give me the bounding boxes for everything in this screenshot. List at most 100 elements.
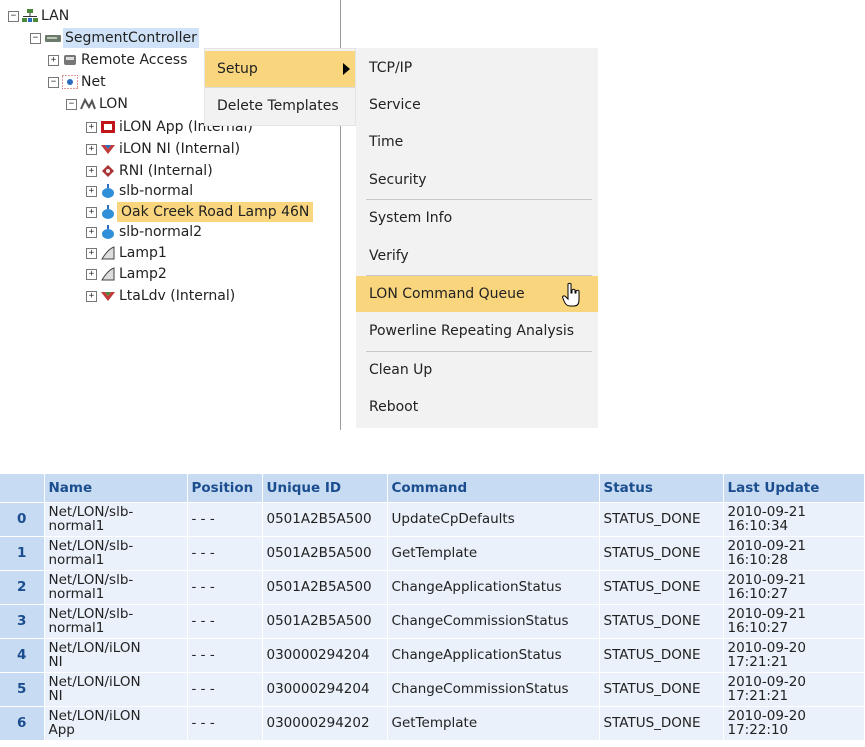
header-name[interactable]: Name: [44, 474, 188, 502]
menu-item-lon-command-queue[interactable]: LON Command Queue: [356, 276, 598, 312]
cell-name-text: App: [48, 722, 75, 739]
cell-position-text: - - -: [191, 681, 215, 697]
tree-node-slb-normal2[interactable]: + slb-normal2: [86, 222, 204, 242]
menu-item-tcpip[interactable]: TCP/IP: [356, 50, 598, 86]
menu-item-security[interactable]: Security: [356, 162, 598, 198]
expand-toggle[interactable]: +: [86, 143, 97, 155]
menu-item-system-info[interactable]: System Info: [356, 200, 598, 236]
cell-name: Net/LON/iLON App: [44, 705, 188, 740]
table-row[interactable]: 5 Net/LON/iLON NI - - - 030000294204 ChangeCo…: [0, 671, 865, 706]
expand-toggle[interactable]: +: [48, 54, 59, 66]
menu-item-service[interactable]: Service: [356, 87, 598, 123]
header-position[interactable]: Position: [187, 474, 263, 502]
header-status[interactable]: Status: [599, 474, 724, 502]
tree-node-net[interactable]: − Net: [48, 72, 108, 92]
tree-label: SegmentController: [63, 28, 199, 48]
cell-status-text: STATUS_DONE: [603, 647, 701, 663]
tree-node-rni[interactable]: + RNI (Internal): [86, 161, 215, 181]
cell-last-update-text: 16:10:27: [727, 620, 789, 636]
menu-item-setup[interactable]: Setup: [205, 51, 355, 87]
collapse-toggle[interactable]: −: [8, 10, 19, 22]
table-row[interactable]: 4 Net/LON/iLON NI - - - 030000294204 ChangeAp…: [0, 637, 865, 672]
expand-toggle[interactable]: +: [86, 290, 97, 302]
network-icon: [22, 9, 38, 23]
cell-position: - - -: [187, 569, 263, 604]
tree-label: Lamp2: [119, 266, 167, 282]
menu-item-delete-templates[interactable]: Delete Templates: [205, 88, 355, 124]
cell-last-update: 2010-09-21 16:10:28: [723, 535, 865, 570]
tree-node-ilon-ni[interactable]: + iLON NI (Internal): [86, 139, 242, 159]
collapse-toggle[interactable]: −: [66, 98, 77, 110]
cell-command-text: UpdateCpDefaults: [391, 511, 515, 527]
cell-index: 1: [0, 535, 45, 570]
tree-node-lan[interactable]: − LAN: [8, 6, 71, 26]
cell-last-update: 2010-09-21 16:10:27: [723, 603, 865, 638]
table-row[interactable]: 2 Net/LON/slb-normal1- - - 0501A2B5A500 Cha…: [0, 569, 865, 604]
tree-node-remote-access[interactable]: + Remote Access: [48, 50, 189, 70]
cell-status: STATUS_DONE: [599, 603, 724, 638]
app-device-icon: [100, 120, 116, 134]
cell-index-text: 0: [17, 511, 27, 527]
expand-toggle[interactable]: +: [86, 185, 97, 197]
cell-status: STATUS_DONE: [599, 637, 724, 672]
cell-unique-id-text: 0501A2B5A500: [266, 613, 372, 629]
cell-index: 6: [0, 705, 45, 740]
cell-status: STATUS_DONE: [599, 535, 724, 570]
table-row[interactable]: 3 Net/LON/slb-normal1- - - 0501A2B5A500 Cha…: [0, 603, 865, 638]
header-command[interactable]: Command: [387, 474, 600, 502]
cell-position-text: - - -: [191, 579, 215, 595]
tree-node-lamp2[interactable]: + Lamp2: [86, 264, 169, 284]
cell-name-text: normal1: [48, 620, 105, 636]
menu-item-label: Security: [369, 172, 427, 188]
expand-toggle[interactable]: +: [86, 226, 97, 238]
cell-name-text: normal1: [48, 586, 105, 602]
table-row[interactable]: 1 Net/LON/slb-normal1- - - 0501A2B5A500 Get…: [0, 535, 865, 570]
cell-status-text: STATUS_DONE: [603, 579, 701, 595]
menu-item-reboot[interactable]: Reboot: [356, 389, 598, 425]
collapse-toggle[interactable]: −: [30, 32, 41, 44]
menu-item-label: Service: [369, 97, 421, 113]
cell-command-text: ChangeCommissionStatus: [391, 613, 569, 629]
cell-last-update: 2010-09-20 17:21:21: [723, 637, 865, 672]
expand-toggle[interactable]: +: [86, 121, 97, 133]
submenu-arrow-icon: [343, 63, 350, 75]
cell-unique-id-text: 0501A2B5A500: [266, 579, 372, 595]
header-unique-id[interactable]: Unique ID: [262, 474, 388, 502]
expand-toggle[interactable]: +: [86, 206, 97, 218]
menu-item-time[interactable]: Time: [356, 124, 598, 160]
cell-command-text: GetTemplate: [391, 715, 478, 732]
tree-label: LON: [99, 96, 128, 112]
menu-item-clean-up[interactable]: Clean Up: [356, 352, 598, 388]
tree-node-lamp1[interactable]: + Lamp1: [86, 243, 169, 263]
tree-node-slb-normal[interactable]: + slb-normal: [86, 181, 195, 201]
header-last-update[interactable]: Last Update: [723, 474, 865, 502]
tree-label: slb-normal: [119, 183, 194, 199]
expand-toggle[interactable]: +: [86, 268, 97, 280]
menu-item-verify[interactable]: Verify: [356, 238, 598, 274]
tree-node-segment-controller[interactable]: − SegmentController: [30, 28, 199, 48]
expand-toggle[interactable]: +: [86, 247, 97, 259]
tree-node-ltaldv[interactable]: + LtaLdv (Internal): [86, 286, 237, 306]
expand-toggle[interactable]: +: [86, 165, 97, 177]
menu-item-label: LON Command Queue: [369, 286, 525, 302]
tree-node-oak-creek[interactable]: + Oak Creek Road Lamp 46N: [86, 202, 314, 222]
tree-label: RNI (Internal): [119, 163, 213, 179]
table-body: 0 Net/LON/slb-normal1- - -0501A2B5A500 Upd…: [0, 501, 865, 740]
cell-command-text: ChangeApplicationStatus: [391, 579, 562, 595]
menu-item-powerline[interactable]: Powerline Repeating Analysis: [356, 313, 598, 349]
cell-unique-id-text: 030000294202: [266, 715, 370, 732]
lamp-device-icon: [100, 205, 116, 219]
tree-node-lon[interactable]: − LON: [66, 94, 130, 114]
cell-index: 2: [0, 569, 45, 604]
collapse-toggle[interactable]: −: [48, 76, 59, 88]
lamp-device-icon: [100, 184, 116, 198]
table-row[interactable]: 0 Net/LON/slb-normal1- - - 0501A2B5A500 Upd…: [0, 501, 865, 536]
cell-unique-id-text: 0501A2B5A500: [266, 511, 372, 527]
cell-position-text: - - -: [191, 545, 215, 561]
cell-last-update-text: 17:21:21: [727, 688, 789, 704]
cell-last-update: 2010-09-21 16:10:34: [723, 501, 865, 536]
menu-item-label: Delete Templates: [217, 98, 339, 114]
table-row[interactable]: 6 Net/LON/iLON App - - - 030000294202 GetTemp…: [0, 705, 865, 740]
cell-position: - - -: [187, 535, 263, 570]
cell-position: - - -: [187, 603, 263, 638]
